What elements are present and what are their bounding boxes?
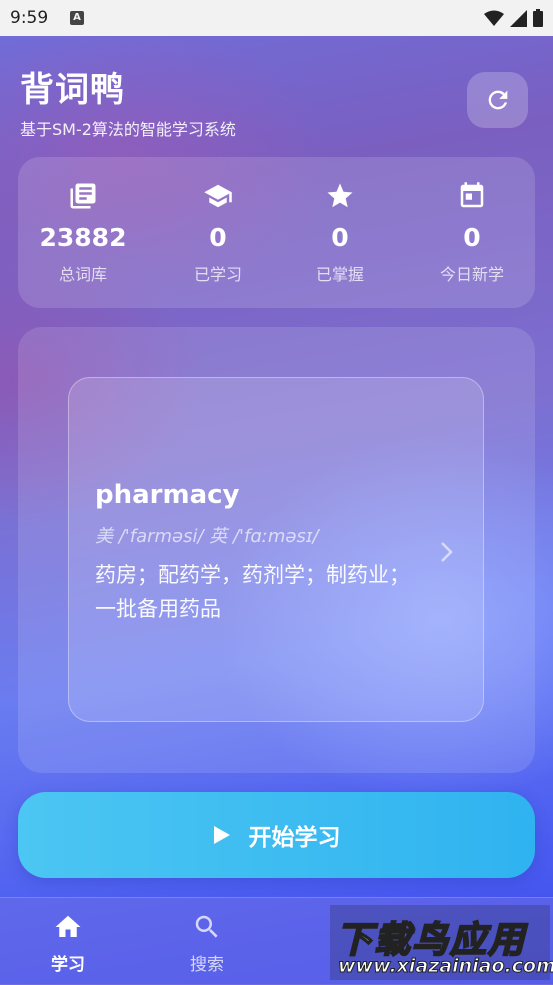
watermark: 下载鸟应用 www.xiazainiao.com: [330, 905, 553, 980]
word-meaning: 药房；配药学，药剂学；制药业；一批备用药品: [95, 563, 410, 621]
word-card[interactable]: pharmacy 美 /'farməsi/ 英 /'fɑːməsɪ/ 药房；配药…: [68, 377, 484, 722]
stats-card: 23882 总词库 0 已学习 0 已掌握 0 今日新学: [18, 157, 535, 308]
stat-value: 0: [209, 223, 227, 252]
refresh-icon: [488, 90, 507, 110]
nav-item-study[interactable]: 学习: [18, 898, 118, 985]
app-subtitle: 基于SM-2算法的智能学习系统: [20, 120, 236, 139]
library-books-icon: [70, 183, 96, 209]
stat-value: 0: [331, 223, 349, 252]
word-phonetic: 美 /'farməsi/ 英 /'fɑːməsɪ/: [95, 526, 319, 547]
start-learning-button[interactable]: 开始学习: [18, 792, 535, 878]
play-icon: [213, 826, 230, 844]
star-icon: [327, 183, 353, 208]
status-icons: [484, 9, 543, 27]
nav-item-search[interactable]: 搜索: [157, 898, 257, 985]
stat-value: 0: [463, 223, 481, 252]
signal-icon: [510, 9, 527, 27]
start-learning-label: 开始学习: [248, 825, 341, 851]
word-text: pharmacy: [95, 480, 240, 510]
search-icon: [195, 915, 218, 938]
nav-label: 学习: [51, 955, 85, 975]
stat-label: 已掌握: [315, 265, 364, 284]
calendar-icon: [460, 182, 484, 208]
home-icon: [55, 915, 81, 937]
school-icon: [204, 184, 232, 208]
stat-value: 23882: [39, 223, 127, 252]
chevron-right-icon: [441, 542, 453, 562]
watermark-url: www.xiazainiao.com: [338, 955, 553, 978]
stat-label: 今日新学: [439, 265, 504, 284]
status-bar: 9:59 A: [0, 0, 553, 36]
stat-label: 已学习: [193, 265, 242, 284]
stat-label: 总词库: [58, 265, 107, 284]
refresh-button[interactable]: [467, 72, 528, 128]
status-time: 9:59: [10, 8, 49, 28]
wifi-icon: [484, 10, 504, 26]
notification-icon: A: [70, 11, 84, 25]
nav-label: 搜索: [190, 955, 224, 975]
battery-icon: [533, 9, 543, 27]
app-title: 背词鸭: [20, 70, 125, 110]
